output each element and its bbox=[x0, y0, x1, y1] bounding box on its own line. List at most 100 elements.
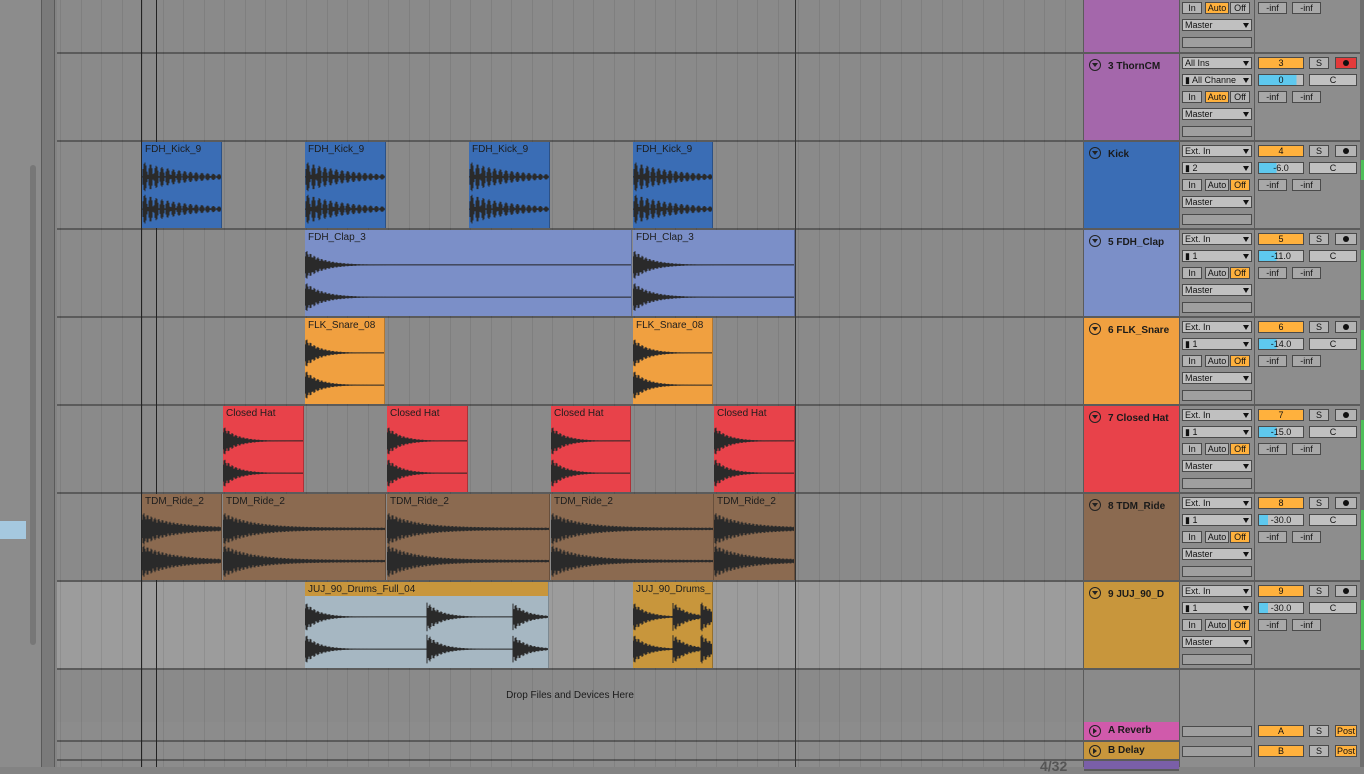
audio-clip[interactable]: JUJ_90_Drums_Full_04 bbox=[305, 582, 549, 668]
track-number-button[interactable]: 8 bbox=[1258, 497, 1304, 509]
output-select[interactable]: Master bbox=[1182, 108, 1252, 120]
monitor-auto-button[interactable]: Auto bbox=[1205, 355, 1229, 367]
audio-clip[interactable]: Closed Hat bbox=[551, 406, 631, 492]
return-lane[interactable] bbox=[57, 761, 1083, 767]
return-letter-button[interactable]: B bbox=[1258, 745, 1304, 757]
return-post-button[interactable]: Post bbox=[1335, 725, 1357, 737]
fold-track-icon[interactable] bbox=[1089, 147, 1101, 159]
track-header[interactable] bbox=[1084, 0, 1179, 54]
audio-clip[interactable]: FDH_Clap_3 bbox=[305, 230, 632, 316]
monitor-in-button[interactable]: In bbox=[1182, 355, 1202, 367]
return-post-button[interactable]: Post bbox=[1335, 745, 1357, 757]
audio-clip[interactable]: FDH_Kick_9 bbox=[305, 142, 386, 228]
input-type-select[interactable]: Ext. In bbox=[1182, 321, 1252, 333]
fold-track-icon[interactable] bbox=[1089, 411, 1101, 423]
solo-button[interactable]: S bbox=[1309, 57, 1329, 69]
output-select[interactable]: Master bbox=[1182, 196, 1252, 208]
arm-button[interactable] bbox=[1335, 233, 1357, 245]
monitor-auto-button[interactable]: Auto bbox=[1205, 91, 1229, 103]
input-type-select[interactable]: Ext. In bbox=[1182, 585, 1252, 597]
monitor-off-button[interactable]: Off bbox=[1230, 531, 1250, 543]
input-type-select[interactable]: Ext. In bbox=[1182, 145, 1252, 157]
track-name[interactable]: 8 TDM_Ride bbox=[1108, 501, 1165, 512]
pan-field[interactable]: C bbox=[1309, 250, 1357, 262]
audio-clip[interactable]: TDM_Ride_2 bbox=[387, 494, 550, 580]
monitor-auto-button[interactable]: Auto bbox=[1205, 619, 1229, 631]
input-channel-select[interactable]: ▮ All Channe bbox=[1182, 74, 1252, 86]
solo-button[interactable]: S bbox=[1309, 233, 1329, 245]
audio-clip[interactable]: TDM_Ride_2 bbox=[551, 494, 714, 580]
output-channel-select[interactable] bbox=[1182, 214, 1252, 225]
audio-clip[interactable]: FLK_Snare_08 bbox=[305, 318, 385, 404]
monitor-auto-button[interactable]: Auto bbox=[1205, 2, 1229, 14]
volume-field[interactable]: -30.0 bbox=[1258, 602, 1304, 614]
monitor-in-button[interactable]: In bbox=[1182, 91, 1202, 103]
input-channel-select[interactable]: ▮ 1 bbox=[1182, 338, 1252, 350]
track-lane[interactable] bbox=[57, 582, 1083, 670]
return-letter-button[interactable]: A bbox=[1258, 725, 1304, 737]
drop-zone[interactable]: Drop Files and Devices Here bbox=[57, 669, 1083, 721]
output-channel-select[interactable] bbox=[1182, 478, 1252, 489]
monitor-off-button[interactable]: Off bbox=[1230, 267, 1250, 279]
audio-clip[interactable]: TDM_Ride_2 bbox=[142, 494, 222, 580]
output-select[interactable]: Master bbox=[1182, 19, 1252, 31]
track-name[interactable]: 6 FLK_Snare bbox=[1108, 325, 1169, 336]
track-header[interactable]: 5 FDH_Clap bbox=[1084, 230, 1179, 318]
solo-button[interactable]: S bbox=[1309, 585, 1329, 597]
track-number-button[interactable]: 6 bbox=[1258, 321, 1304, 333]
arm-button[interactable] bbox=[1335, 57, 1357, 69]
input-channel-select[interactable]: ▮ 2 bbox=[1182, 162, 1252, 174]
solo-button[interactable]: S bbox=[1309, 145, 1329, 157]
audio-clip[interactable]: FDH_Kick_9 bbox=[469, 142, 550, 228]
arm-button[interactable] bbox=[1335, 145, 1357, 157]
track-name[interactable]: 7 Closed Hat bbox=[1108, 413, 1169, 424]
audio-clip[interactable]: FLK_Snare_08 bbox=[633, 318, 713, 404]
master-header[interactable] bbox=[1084, 761, 1179, 771]
monitor-in-button[interactable]: In bbox=[1182, 443, 1202, 455]
monitor-off-button[interactable]: Off bbox=[1230, 619, 1250, 631]
track-number-button[interactable]: 7 bbox=[1258, 409, 1304, 421]
monitor-off-button[interactable]: Off bbox=[1230, 179, 1250, 191]
track-name[interactable]: 5 FDH_Clap bbox=[1108, 237, 1164, 248]
return-output-select[interactable] bbox=[1182, 746, 1252, 757]
track-header[interactable]: 8 TDM_Ride bbox=[1084, 494, 1179, 582]
audio-clip[interactable]: FDH_Kick_9 bbox=[142, 142, 222, 228]
output-select[interactable]: Master bbox=[1182, 548, 1252, 560]
pan-field[interactable]: C bbox=[1309, 426, 1357, 438]
track-name[interactable]: 3 ThornCM bbox=[1108, 61, 1160, 72]
track-lane[interactable] bbox=[57, 0, 1083, 54]
expand-return-icon[interactable] bbox=[1089, 725, 1101, 737]
monitor-auto-button[interactable]: Auto bbox=[1205, 531, 1229, 543]
output-channel-select[interactable] bbox=[1182, 390, 1252, 401]
output-select[interactable]: Master bbox=[1182, 284, 1252, 296]
monitor-in-button[interactable]: In bbox=[1182, 179, 1202, 191]
audio-clip[interactable]: JUJ_90_Drums_ bbox=[633, 582, 713, 668]
pan-field[interactable]: C bbox=[1309, 602, 1357, 614]
track-header[interactable]: 9 JUJ_90_D bbox=[1084, 582, 1179, 670]
pan-field[interactable]: C bbox=[1309, 338, 1357, 350]
fold-track-icon[interactable] bbox=[1089, 499, 1101, 511]
monitor-in-button[interactable]: In bbox=[1182, 2, 1202, 14]
volume-field[interactable]: -30.0 bbox=[1258, 514, 1304, 526]
volume-field[interactable]: -14.0 bbox=[1258, 338, 1304, 350]
track-number-button[interactable]: 4 bbox=[1258, 145, 1304, 157]
volume-field[interactable]: -15.0 bbox=[1258, 426, 1304, 438]
pan-field[interactable]: C bbox=[1309, 74, 1357, 86]
track-number-button[interactable]: 3 bbox=[1258, 57, 1304, 69]
audio-clip[interactable]: Closed Hat bbox=[714, 406, 795, 492]
arm-button[interactable] bbox=[1335, 497, 1357, 509]
input-channel-select[interactable]: ▮ 1 bbox=[1182, 514, 1252, 526]
input-channel-select[interactable]: ▮ 1 bbox=[1182, 250, 1252, 262]
pan-field[interactable]: C bbox=[1309, 162, 1357, 174]
output-select[interactable]: Master bbox=[1182, 460, 1252, 472]
input-type-select[interactable]: Ext. In bbox=[1182, 233, 1252, 245]
audio-clip[interactable]: FDH_Kick_9 bbox=[633, 142, 713, 228]
volume-field[interactable]: -11.0 bbox=[1258, 250, 1304, 262]
solo-button[interactable]: S bbox=[1309, 409, 1329, 421]
return-header[interactable]: A Reverb bbox=[1084, 722, 1179, 742]
arm-button[interactable] bbox=[1335, 585, 1357, 597]
monitor-off-button[interactable]: Off bbox=[1230, 443, 1250, 455]
input-type-select[interactable]: Ext. In bbox=[1182, 409, 1252, 421]
audio-clip[interactable]: TDM_Ride_2 bbox=[714, 494, 795, 580]
expand-return-icon[interactable] bbox=[1089, 745, 1101, 757]
